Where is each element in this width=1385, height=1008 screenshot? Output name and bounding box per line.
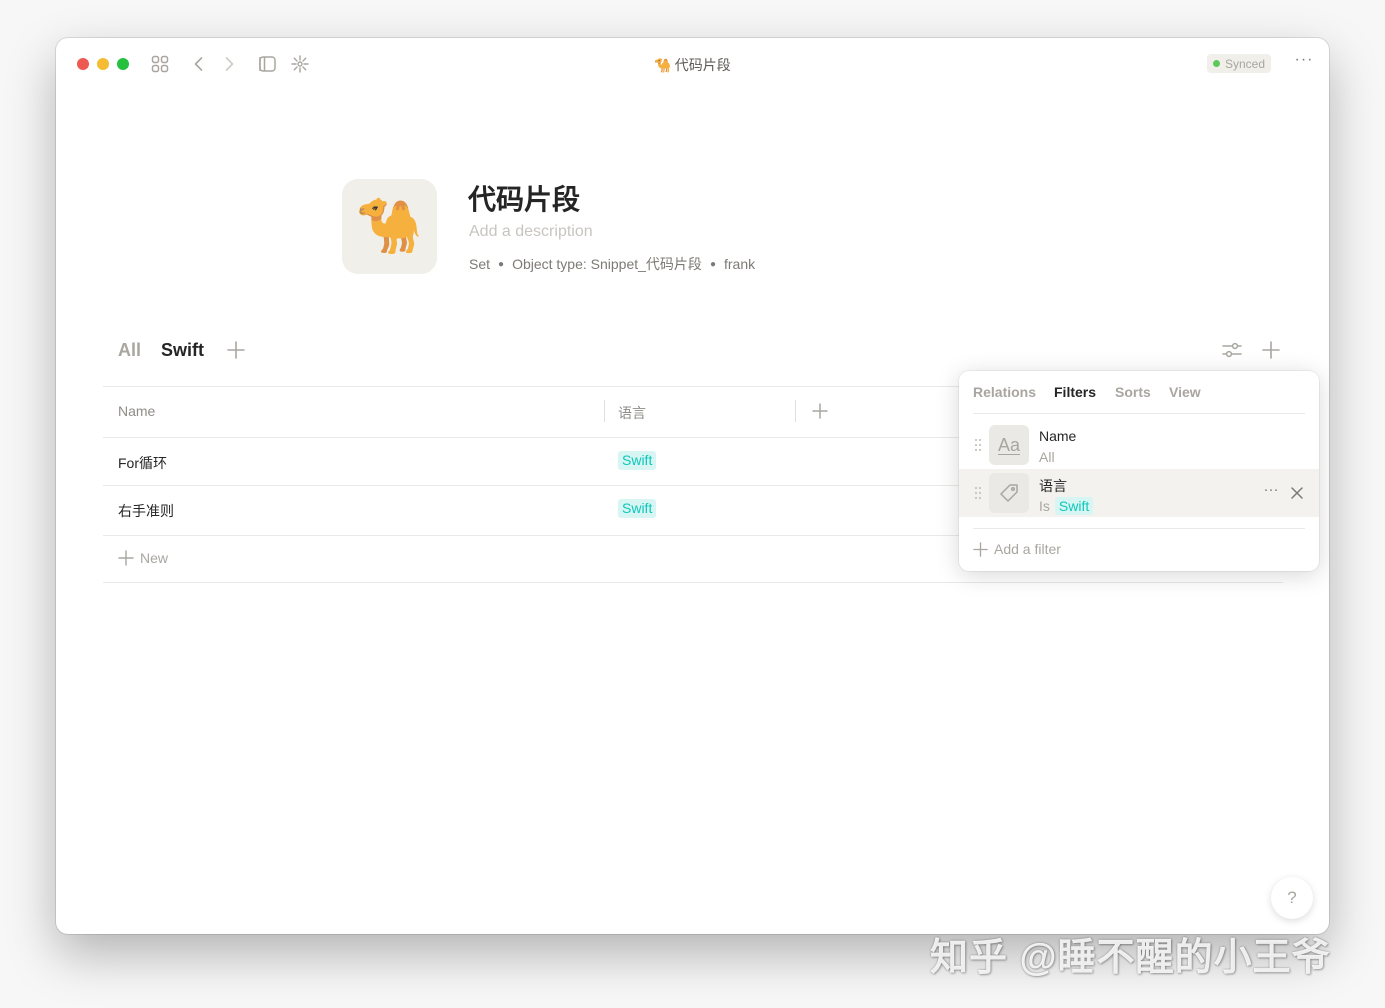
- text-icon: Aa: [989, 425, 1029, 465]
- object-meta: Set ● Object type: Snippet_代码片段 ● frank: [469, 254, 755, 274]
- camel-icon: 🐪: [654, 57, 672, 73]
- filter-more-icon[interactable]: ···: [1261, 482, 1281, 503]
- tab-view[interactable]: View: [1169, 384, 1201, 400]
- column-header-language[interactable]: 语言: [618, 403, 646, 423]
- filter-condition: All: [1039, 449, 1055, 465]
- watermark: 知乎 @睡不醒的小王爷: [930, 937, 1331, 979]
- meta-separator: ●: [498, 258, 505, 270]
- sync-status-badge[interactable]: Synced: [1207, 54, 1272, 73]
- add-filter-button[interactable]: Add a filter: [973, 541, 1061, 557]
- camel-icon: 🐪: [355, 196, 424, 256]
- new-row-button[interactable]: New: [118, 550, 168, 566]
- object-type-label[interactable]: Object type: Snippet_代码片段: [512, 254, 702, 274]
- popup-divider: [973, 528, 1305, 529]
- filter-row[interactable]: Aa Name All: [959, 421, 1319, 469]
- new-row-label: New: [140, 550, 169, 566]
- filter-row[interactable]: 语言 Is Swift ···: [959, 469, 1319, 517]
- column-divider: [795, 400, 796, 422]
- drag-handle-icon[interactable]: [974, 438, 982, 452]
- plus-icon: [973, 541, 988, 557]
- view-tab-all[interactable]: All: [118, 340, 141, 361]
- app-window: 🐪 代码片段 Synced ··· 🐪 代码片段 Add a descriptio…: [56, 38, 1329, 934]
- filter-operator: Is: [1039, 498, 1050, 514]
- view-settings-icon[interactable]: [1220, 338, 1244, 362]
- meta-separator: ●: [709, 258, 716, 270]
- close-icon[interactable]: [1287, 483, 1307, 503]
- view-tab-swift[interactable]: Swift: [161, 340, 204, 361]
- description-input[interactable]: Add a description: [469, 223, 593, 241]
- language-tag[interactable]: Swift: [618, 451, 657, 470]
- help-button[interactable]: ?: [1271, 877, 1313, 919]
- drag-handle-icon[interactable]: [974, 486, 982, 500]
- add-view-icon[interactable]: [224, 338, 248, 362]
- tag-icon: [989, 473, 1029, 513]
- author-label[interactable]: frank: [724, 256, 755, 272]
- layout-label[interactable]: Set: [469, 256, 490, 272]
- add-filter-label: Add a filter: [994, 541, 1061, 557]
- sync-status-text: Synced: [1225, 56, 1266, 71]
- popup-divider: [973, 413, 1305, 414]
- filter-popup: Relations Filters Sorts View Aa Name All…: [959, 371, 1319, 571]
- filter-condition: Is Swift: [1039, 497, 1094, 515]
- window-title: 🐪 代码片段: [56, 55, 1329, 75]
- tab-relations[interactable]: Relations: [973, 384, 1036, 400]
- window-title-text: 代码片段: [674, 57, 731, 73]
- plus-icon: [118, 550, 134, 566]
- language-tag[interactable]: Swift: [618, 499, 657, 518]
- table-row-name[interactable]: For循环: [118, 453, 167, 473]
- tab-sorts[interactable]: Sorts: [1115, 384, 1151, 400]
- sync-dot-icon: [1213, 60, 1220, 67]
- filter-field-name: Name: [1039, 428, 1077, 444]
- filter-value-tag: Swift: [1054, 497, 1094, 515]
- tab-filters[interactable]: Filters: [1054, 384, 1096, 400]
- add-column-icon[interactable]: [809, 400, 831, 422]
- column-header-name[interactable]: Name: [118, 403, 155, 419]
- table-bottom-border: [103, 582, 1283, 583]
- add-object-icon[interactable]: [1259, 338, 1283, 362]
- object-icon[interactable]: 🐪: [342, 179, 437, 274]
- filter-field-name: 语言: [1039, 478, 1067, 494]
- column-divider: [604, 400, 605, 422]
- table-row-name[interactable]: 右手准则: [118, 501, 174, 521]
- more-options-icon[interactable]: ···: [1293, 52, 1315, 74]
- page-title[interactable]: 代码片段: [468, 178, 580, 218]
